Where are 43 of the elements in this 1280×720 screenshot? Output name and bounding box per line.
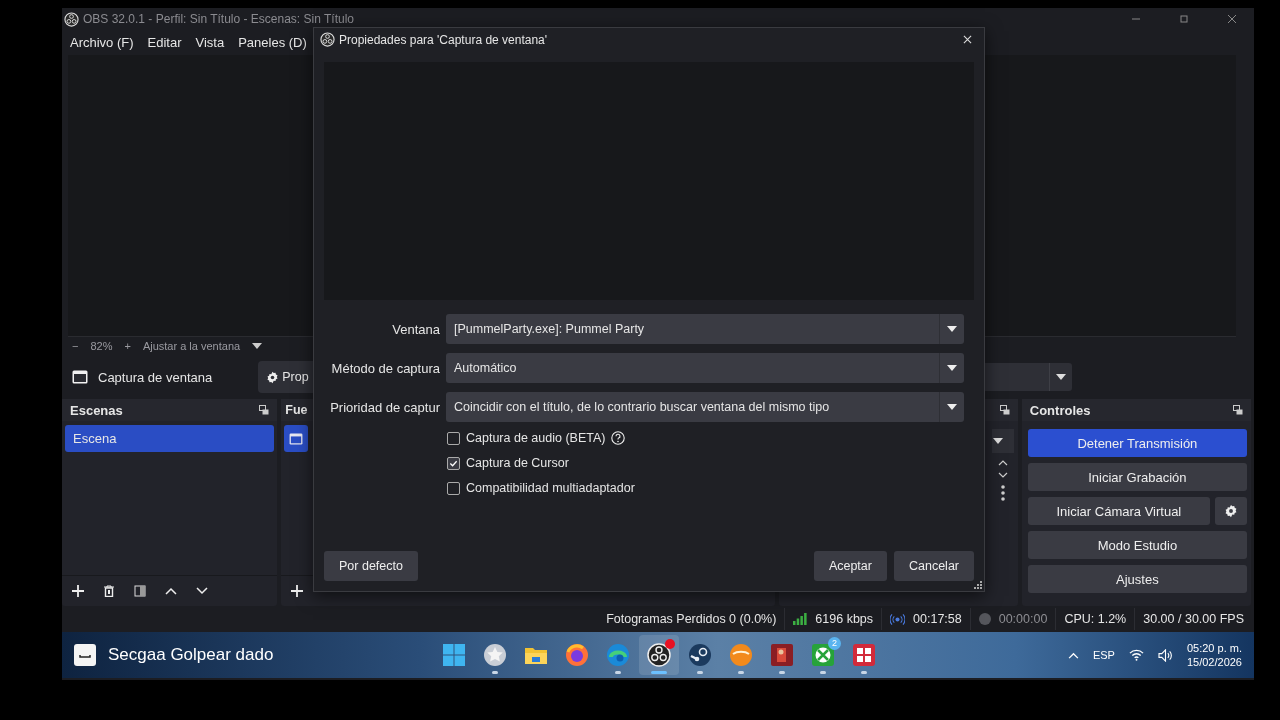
language-indicator[interactable]: ESP [1092,649,1115,661]
control-button[interactable]: Detener Transmisión [1027,429,1247,457]
clock-date[interactable]: 15/02/2026 [1186,655,1242,669]
bitrate: 6196 kbps [815,612,874,626]
fit-window-option[interactable]: Ajustar a la ventana [142,340,241,352]
zoom-out-button[interactable]: − [72,340,79,352]
notification-badge: 2 [828,637,841,650]
dropdown-field[interactable]: [PummelParty.exe]: Pummel Party [446,314,964,344]
cpu-usage: CPU: 1.2% [1064,612,1127,626]
zoom-in-button[interactable]: + [124,340,131,352]
field-label: Método de captura [330,360,440,376]
checkbox-label[interactable]: Compatibilidad multiadaptador [466,481,635,495]
zoom-level: 82% [90,340,113,352]
panel-title: Fue [285,403,308,417]
field-label: Ventana [391,321,440,337]
window-title: OBS 32.0.1 - Perfil: Sin Título - Escenas: Sin Título [83,12,354,26]
cancel-button[interactable]: Cancelar [893,551,974,581]
menu-item[interactable]: Vista [195,35,225,50]
menu-item[interactable]: Editar [147,35,182,50]
menu-item[interactable]: Paneles (D) [238,35,307,50]
checkbox-label[interactable]: Captura de audio (BETA) [466,431,606,445]
dropdown-field[interactable]: Coincidir con el título, de lo contrario buscar ventana del mismo tipo [446,392,964,422]
checkbox-label[interactable]: Captura de Cursor [466,456,569,470]
stream-time: 00:17:58 [913,612,962,626]
widget-text[interactable]: Secgaa Golpear dado [108,645,274,665]
field-label: Prioridad de captur [329,399,440,415]
control-button[interactable]: Modo Estudio [1027,531,1247,559]
dialog-title: Propiedades para 'Captura de ventana' [339,32,548,47]
fps-counter: 30.00 / 30.00 FPS [1143,612,1244,626]
control-button[interactable]: Iniciar Cámara Virtual [1027,497,1210,525]
panel-title: Controles [1029,402,1091,418]
defaults-button[interactable]: Por defecto [324,551,418,581]
menu-item[interactable]: Archivo (F) [70,35,134,50]
clock-time[interactable]: 05:20 p. m. [1186,641,1242,655]
record-time: 00:00:00 [998,612,1048,626]
dropped-frames: Fotogramas Perdidos 0 (0.0%) [606,612,777,626]
ok-button[interactable]: Aceptar [813,551,887,581]
dropdown-field[interactable]: Automático [446,353,964,383]
panel-title: Escenas [70,402,123,418]
source-name: Captura de ventana [98,369,213,385]
control-button[interactable]: Ajustes [1027,565,1247,593]
scene-item[interactable]: Escena [65,425,275,452]
control-button[interactable]: Iniciar Grabación [1027,463,1247,491]
